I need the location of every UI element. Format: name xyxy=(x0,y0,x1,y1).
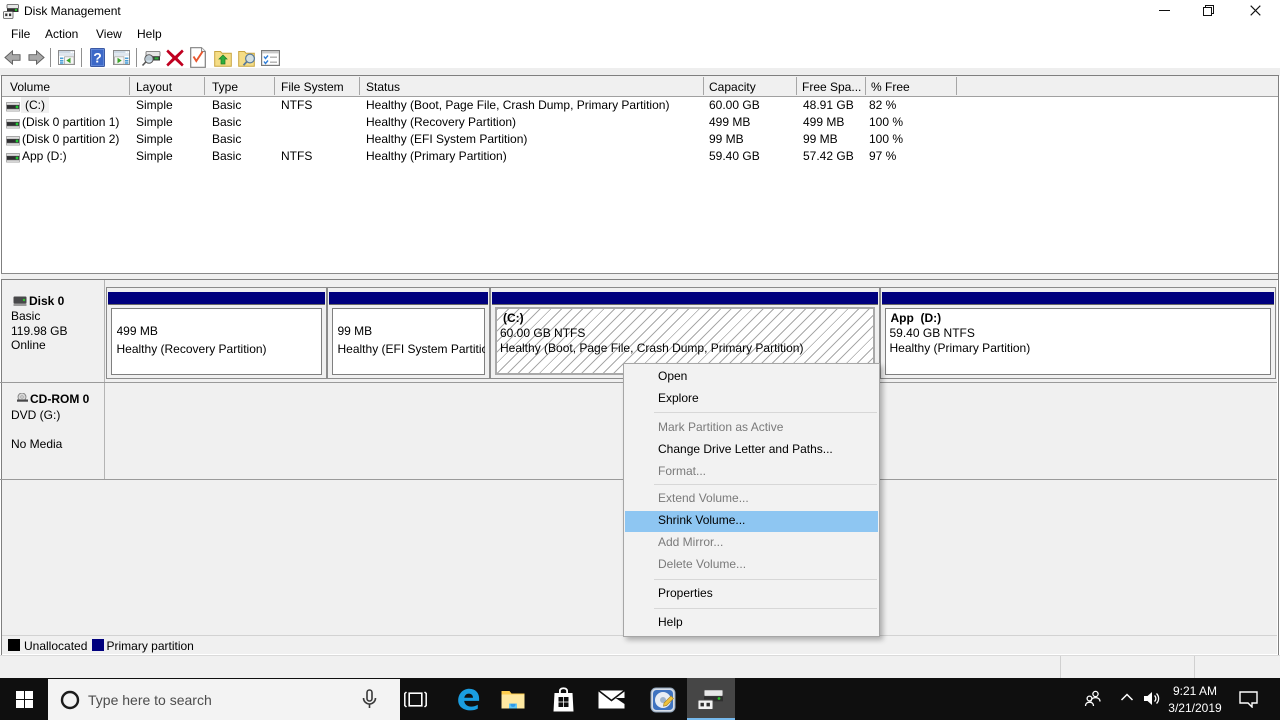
svg-text:?: ? xyxy=(93,50,102,66)
